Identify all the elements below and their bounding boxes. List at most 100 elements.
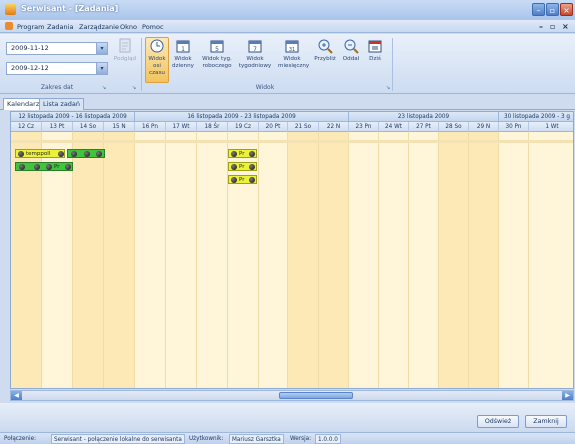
horizontal-scrollbar[interactable]: ◀ ▶ [10, 390, 574, 401]
task-status-icon [58, 151, 64, 157]
today-icon [368, 40, 382, 53]
task-status-icon [249, 151, 255, 157]
menu-program[interactable]: Program [17, 23, 44, 31]
week-header: 23 listopada 2009 [349, 112, 499, 122]
mdi-restore-icon[interactable]: ▫ [550, 22, 555, 31]
przybliz-label: Przybliż [314, 56, 336, 62]
week-header-row: 12 listopada 2009 - 16 listopada 2009 16… [11, 112, 573, 122]
task-event[interactable] [67, 149, 105, 158]
task-status-icon [249, 177, 255, 183]
calendar-grid[interactable]: 12 listopada 2009 - 16 listopada 2009 16… [10, 111, 574, 389]
day-header: 18 Śr [197, 122, 228, 132]
day-column[interactable] [166, 132, 197, 388]
day-column[interactable] [469, 132, 499, 388]
task-event[interactable]: Pr [15, 162, 73, 171]
task-event[interactable]: temppoll [15, 149, 65, 158]
widok-dzienny-label: Widok dzienny [172, 56, 194, 69]
task-event-label: temppoll [26, 151, 51, 157]
calendar-week-icon: 7 [248, 40, 262, 53]
day-column[interactable] [349, 132, 379, 388]
tab-lista-zadan[interactable]: Lista zadań [39, 98, 85, 110]
day-header: 14 So [73, 122, 104, 132]
restore-icon[interactable]: ▫ [546, 3, 559, 16]
day-header: 19 Cz [228, 122, 259, 132]
widok-osi-czasu-button[interactable]: Widok osi czasu [145, 37, 169, 83]
day-header: 30 Pn [499, 122, 529, 132]
podglad-button[interactable]: Podgląd [112, 38, 138, 63]
menu-pomoc[interactable]: Pomoc [142, 23, 164, 31]
status-version-value: 1.0.0.0 [315, 434, 341, 444]
day-column[interactable] [135, 132, 166, 388]
widok-dzienny-button[interactable]: 1 Widok dzienny [172, 38, 194, 70]
day-column[interactable] [439, 132, 469, 388]
day-header: 27 Pt [409, 122, 439, 132]
week-header: 16 listopada 2009 - 23 listopada 2009 [135, 112, 349, 122]
day-column[interactable] [197, 132, 228, 388]
podglad-label: Podgląd [113, 56, 137, 62]
menu-zarzadzanie[interactable]: Zarządzanie [79, 23, 119, 31]
date-from-input[interactable]: 2009-11-12 ▾ [6, 42, 108, 55]
day-column[interactable] [73, 132, 104, 388]
mdi-minimize-icon[interactable]: – [539, 22, 543, 31]
group-podglad-launcher-icon[interactable]: ↘ [132, 85, 136, 91]
dzis-button[interactable]: Dziś [366, 38, 384, 63]
task-status-icon [19, 164, 25, 170]
widok-tygodniowy-button[interactable]: 7 Widok tygodniowy [238, 38, 272, 70]
widok-tygodniowy-label: Widok tygodniowy [238, 56, 272, 69]
oddal-label: Oddal [342, 56, 360, 62]
task-status-icon [231, 151, 237, 157]
widok-tyg-roboczego-button[interactable]: 5 Widok tyg. roboczego [201, 38, 233, 70]
day-column[interactable] [259, 132, 288, 388]
widok-miesieczny-button[interactable]: 31 Widok miesięczny [278, 38, 309, 70]
week-header: 30 listopada 2009 - 3 g [503, 114, 571, 120]
status-bar: Połączenie: Serwisant - połączenie lokal… [0, 432, 575, 444]
task-event-label: Pr [239, 151, 245, 157]
task-status-icon [231, 164, 237, 170]
zoom-in-icon [318, 39, 333, 54]
preview-icon [119, 38, 131, 53]
day-header-row: 12 Cz 13 Pt 14 So 15 N 16 Pn 17 Wt 18 Śr… [11, 122, 573, 132]
refresh-button[interactable]: Odśwież [477, 415, 519, 428]
date-to-dropdown-icon[interactable]: ▾ [96, 63, 107, 74]
day-column[interactable] [288, 132, 319, 388]
scroll-right-icon[interactable]: ▶ [562, 391, 573, 400]
oddal-button[interactable]: Oddal [341, 38, 361, 63]
status-user-value: Mariusz Garsztka [229, 434, 284, 444]
tab-kalendarz[interactable]: Kalendarz [3, 98, 44, 110]
group-zakres-launcher-icon[interactable]: ↘ [102, 85, 106, 91]
task-status-icon [71, 151, 77, 157]
day-column[interactable] [499, 132, 529, 388]
menu-zadania[interactable]: Zadania [47, 23, 73, 31]
task-event[interactable]: Pr [228, 162, 257, 171]
task-event-label: Pr [54, 164, 60, 170]
group-widok-launcher-icon[interactable]: ↘ [386, 85, 390, 91]
task-status-icon [231, 177, 237, 183]
day-header: 24 Wt [379, 122, 409, 132]
task-event[interactable]: Pr [228, 149, 257, 158]
close-button[interactable]: Zamknij [525, 415, 567, 428]
date-from-dropdown-icon[interactable]: ▾ [96, 43, 107, 54]
day-column[interactable] [319, 132, 349, 388]
menu-bar: Program Zadania Zarządzanie Okno Pomoc –… [0, 20, 575, 33]
day-header: 13 Pt [42, 122, 73, 132]
day-column[interactable] [379, 132, 409, 388]
menu-okno[interactable]: Okno [120, 23, 137, 31]
menu-app-icon [5, 22, 13, 30]
day-column[interactable] [104, 132, 135, 388]
day-column[interactable] [529, 132, 573, 388]
svg-text:1: 1 [181, 46, 185, 53]
date-to-input[interactable]: 2009-12-12 ▾ [6, 62, 108, 75]
close-icon[interactable]: × [560, 3, 573, 16]
mdi-close-icon[interactable]: × [562, 22, 569, 31]
day-column[interactable] [409, 132, 439, 388]
task-status-icon [84, 151, 90, 157]
day-header: 29 N [469, 122, 499, 132]
przybliz-button[interactable]: Przybliż [313, 38, 337, 63]
calendar-workweek-icon: 5 [210, 40, 224, 53]
day-header: 23 Pn [349, 122, 379, 132]
scroll-thumb[interactable] [279, 392, 353, 399]
scroll-left-icon[interactable]: ◀ [11, 391, 22, 400]
app-window: Serwisant - [Zadania] – ▫ × Program Zada… [0, 0, 575, 444]
minimize-icon[interactable]: – [532, 3, 545, 16]
task-event[interactable]: Pr [228, 175, 257, 184]
